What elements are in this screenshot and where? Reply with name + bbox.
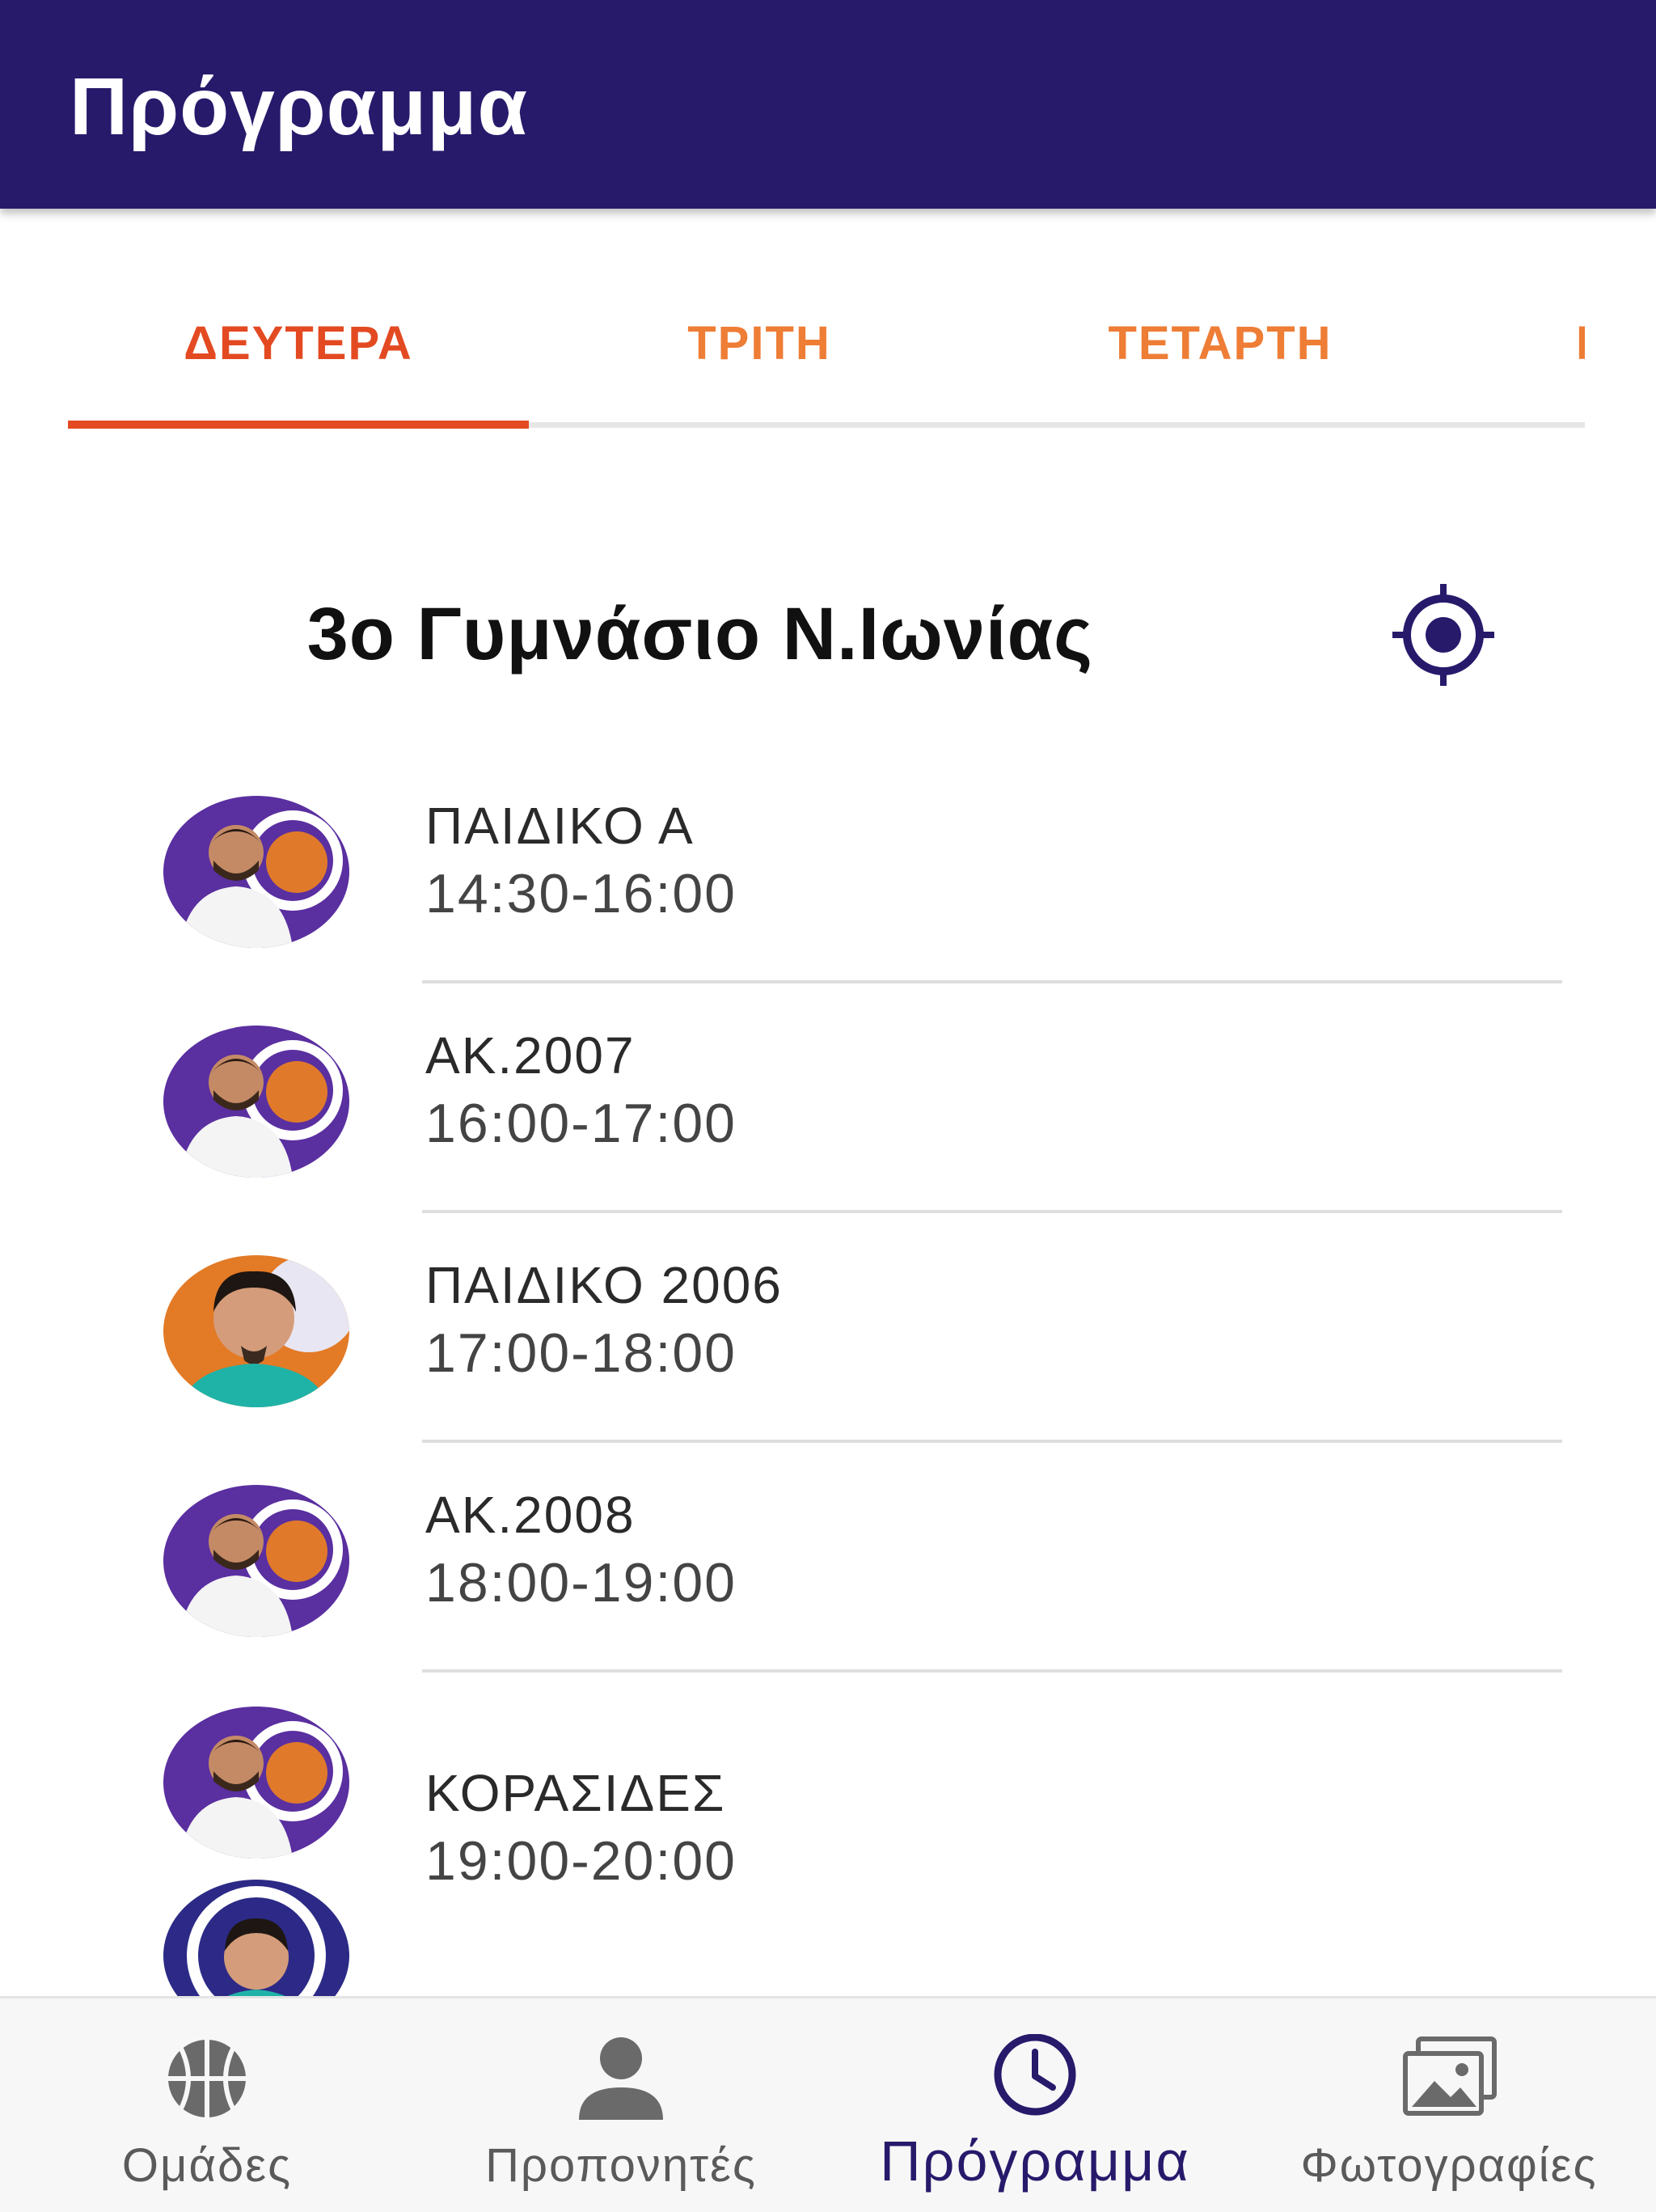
nav-coaches[interactable]: Προπονητές [414, 1998, 828, 2212]
row-text: ΑΚ.2008 18:00-19:00 [425, 1482, 737, 1618]
team-name: ΠΑΙΔΙΚΟ 2006 [425, 1256, 783, 1314]
coach-avatar [163, 1255, 349, 1407]
nav-teams[interactable]: Ομάδες [0, 1998, 414, 2212]
active-tab-indicator [68, 421, 529, 429]
team-name: ΑΚ.2008 [425, 1486, 636, 1544]
nav-label: Πρόγραμμα [880, 2130, 1190, 2193]
team-name: ΠΑΙΔΙΚΟ Α [425, 797, 695, 855]
tab-monday[interactable]: ΔΕΥΤΕΡΑ [68, 283, 529, 422]
nav-label: Προπονητές [485, 2139, 757, 2192]
row-divider [422, 1440, 1562, 1443]
training-time: 18:00-19:00 [425, 1552, 737, 1614]
venue-name: 3ο Γυμνάσιο Ν.Ιωνίας [306, 593, 1093, 675]
basketball-icon [158, 2034, 256, 2123]
training-time: 14:30-16:00 [425, 863, 737, 924]
tab-thursday[interactable]: ΠΕΜΠΤΗ [1451, 283, 1585, 422]
coach-avatar [163, 1026, 349, 1178]
row-divider [422, 1669, 1562, 1673]
row-text: ΠΑΙΔΙΚΟ 2006 17:00-18:00 [425, 1252, 783, 1388]
nav-label: Φωτογραφίες [1300, 2139, 1598, 2192]
coach-avatar [163, 1485, 349, 1637]
row-text: ΑΚ.2007 16:00-17:00 [425, 1022, 737, 1158]
row-divider [422, 980, 1562, 983]
page-title: Πρόγραμμα [70, 61, 528, 152]
nav-photos[interactable]: Φωτογραφίες [1242, 1998, 1656, 2212]
row-divider [422, 1210, 1562, 1213]
training-time: 19:00-20:00 [425, 1830, 737, 1892]
tab-tuesday[interactable]: ΤΡΙΤΗ [529, 283, 990, 422]
team-name: ΚΟΡΑΣΙΔΕΣ [425, 1764, 726, 1822]
row-text: ΚΟΡΑΣΙΔΕΣ 19:00-20:00 [425, 1760, 737, 1896]
clock-icon [986, 2033, 1084, 2123]
photos-icon [1400, 2034, 1498, 2123]
person-icon [572, 2034, 670, 2123]
day-tabs: ΔΕΥΤΕΡΑ ΤΡΙΤΗ ΤΕΤΑΡΤΗ ΠΕΜΠΤΗ [68, 283, 1585, 430]
coach-avatar [163, 796, 349, 948]
coach-avatar [163, 1707, 349, 1859]
tab-wednesday[interactable]: ΤΕΤΑΡΤΗ [990, 283, 1451, 422]
row-text: ΠΑΙΔΙΚΟ Α 14:30-16:00 [425, 793, 737, 928]
bottom-navigation: Ομάδες Προπονητές Πρόγραμμα Φωτογραφίες [0, 1996, 1656, 2212]
app-bar: Πρόγραμμα [0, 0, 1656, 209]
nav-label: Ομάδες [121, 2139, 293, 2192]
nav-schedule[interactable]: Πρόγραμμα [828, 1998, 1242, 2212]
location-target-icon[interactable] [1391, 582, 1496, 687]
training-time: 16:00-17:00 [425, 1093, 737, 1154]
team-name: ΑΚ.2007 [425, 1026, 636, 1085]
training-time: 17:00-18:00 [425, 1322, 737, 1384]
